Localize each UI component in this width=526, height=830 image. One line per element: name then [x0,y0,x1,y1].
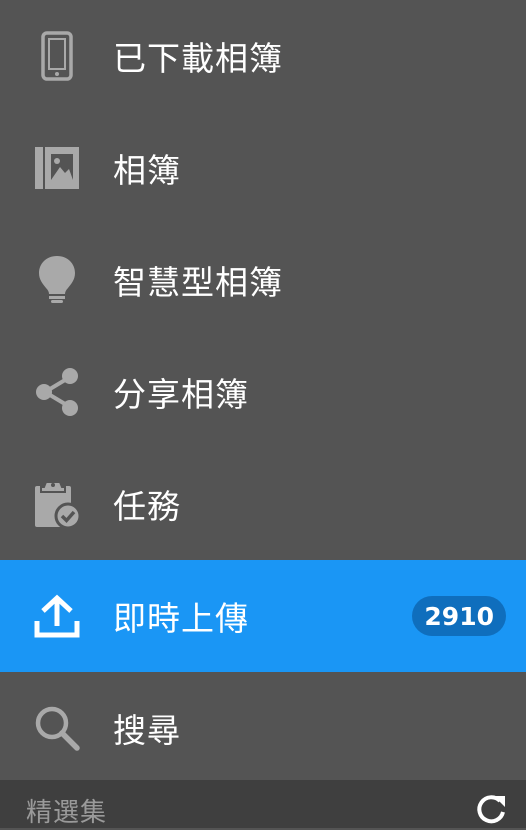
menu-item-downloaded-albums[interactable]: 已下載相簿 [0,0,526,112]
upload-icon [30,589,84,643]
featured-section-header: 精選集 [0,780,526,828]
album-icon [30,141,84,195]
menu-item-label: 搜尋 [113,711,181,750]
menu-item-tasks[interactable]: 任務 [0,448,526,560]
menu-item-label: 分享相簿 [113,375,249,414]
menu-item-instant-upload[interactable]: 即時上傳 2910 [0,560,526,672]
menu-item-label: 任務 [113,487,181,526]
menu-item-shared-albums[interactable]: 分享相簿 [0,336,526,448]
menu-item-albums[interactable]: 相簿 [0,112,526,224]
section-title: 精選集 [26,798,108,828]
menu-item-search[interactable]: 搜尋 [0,672,526,784]
menu-item-label: 即時上傳 [113,599,249,638]
count-badge: 2910 [412,596,506,636]
menu-item-smart-albums[interactable]: 智慧型相簿 [0,224,526,336]
share-icon [30,365,84,419]
lightbulb-icon [30,253,84,307]
clipboard-check-icon [30,477,84,531]
navigation-menu: 已下載相簿 相簿 智慧型相簿 分享相簿 任務 即時上傳 2910 搜尋 [0,0,526,780]
menu-item-label: 相簿 [113,151,181,190]
phone-icon [30,29,84,83]
search-icon [30,701,84,755]
menu-item-label: 智慧型相簿 [113,263,283,302]
menu-item-label: 已下載相簿 [113,39,283,78]
refresh-icon[interactable] [474,792,508,826]
